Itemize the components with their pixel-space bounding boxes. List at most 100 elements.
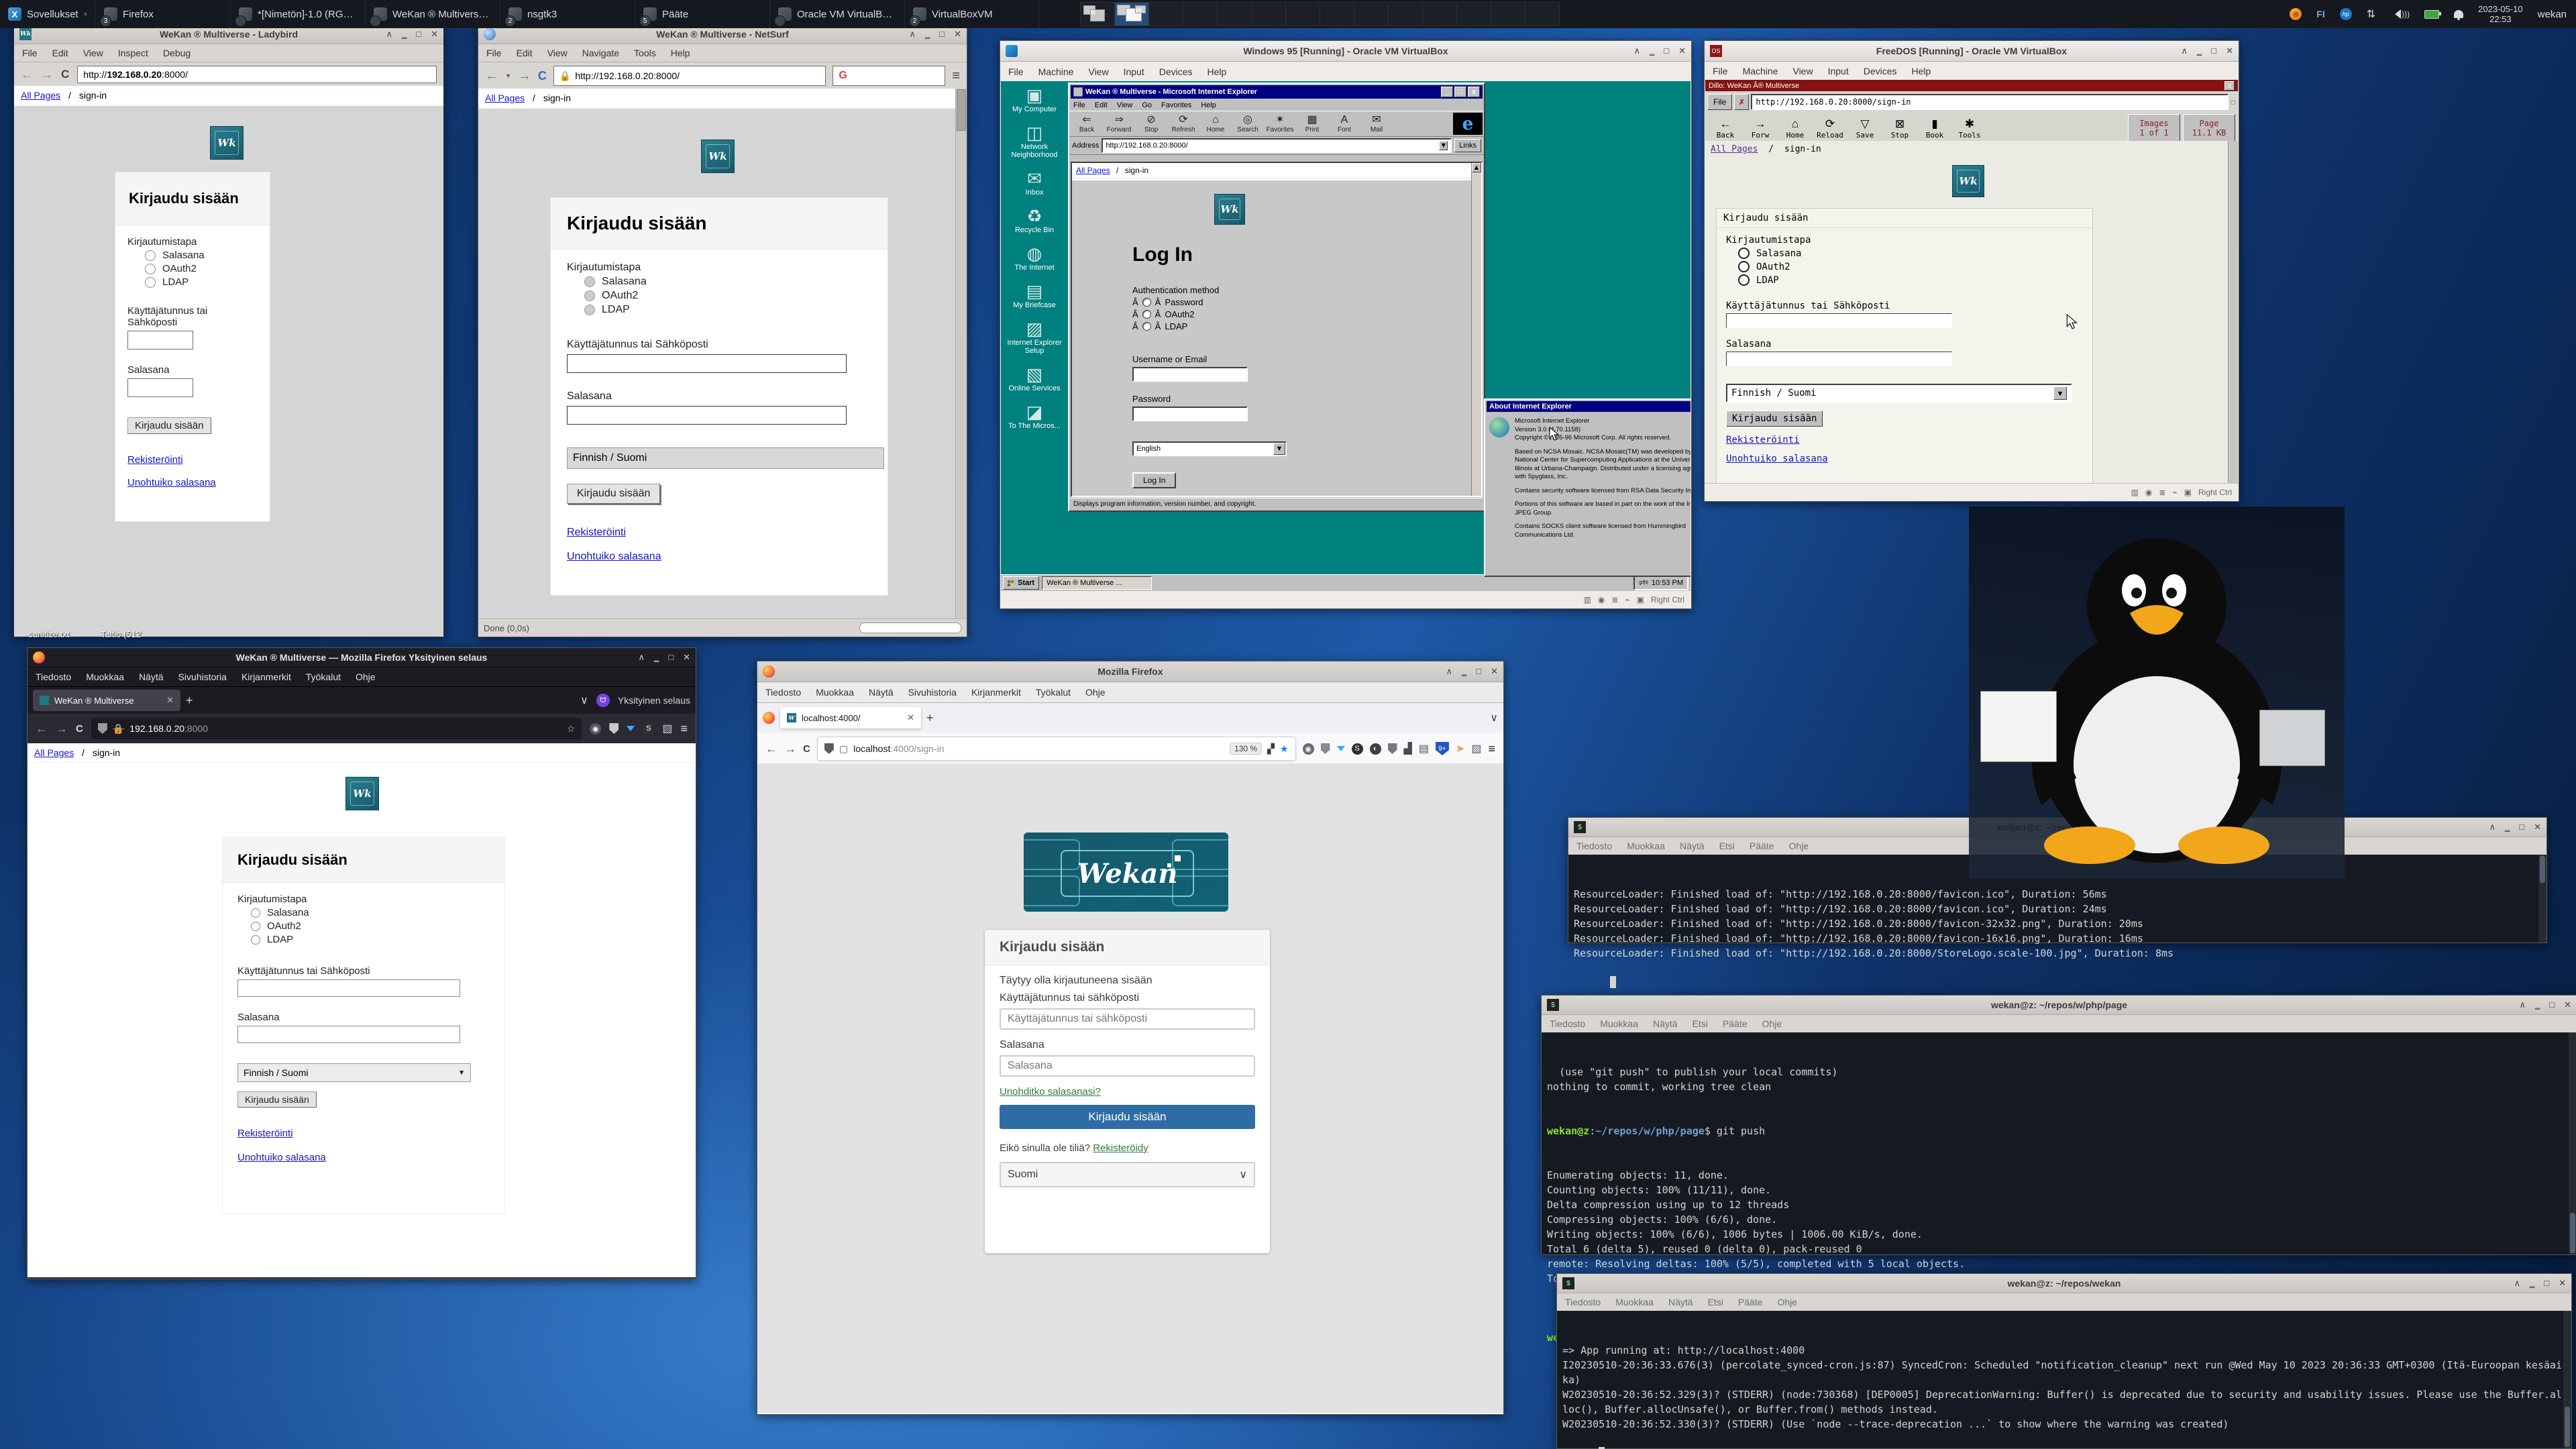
ie-titlebar[interactable]: WeKan ® Multiverse - Microsoft Internet …	[1071, 85, 1483, 99]
workspace-3[interactable]	[1149, 3, 1183, 25]
minimize-button[interactable]: ‗	[1462, 666, 1466, 677]
shade-button[interactable]: ∧	[2520, 1000, 2526, 1010]
shade-button[interactable]: ∧	[639, 652, 645, 663]
password-input[interactable]	[127, 378, 193, 397]
close-button[interactable]: x	[1468, 87, 1480, 97]
taskbar-button[interactable]: nsgtk3 2	[500, 0, 635, 28]
menu-item[interactable]: Edit	[517, 48, 533, 58]
maximize-button[interactable]: □	[939, 29, 945, 40]
radio-option[interactable]: LDAP	[251, 934, 490, 945]
xampp-tray-icon[interactable]: ⊗	[2290, 8, 2302, 20]
workspace-5[interactable]	[1218, 3, 1252, 25]
menu-item[interactable]: Machine	[1743, 66, 1778, 76]
workspace-6[interactable]	[1252, 3, 1286, 25]
language-select[interactable]: Finnish / Suomi ▼	[1726, 384, 2072, 402]
password-input[interactable]	[1726, 352, 1952, 366]
toolbar-button[interactable]: ✶ Favorites	[1264, 113, 1296, 135]
url-input[interactable]: http://192.168.0.20:8000/	[77, 66, 437, 83]
toolbar-button[interactable]: ← Back	[1708, 117, 1743, 140]
menu-item[interactable]: File	[22, 48, 38, 58]
menu-item[interactable]: Tiedosto	[1565, 1297, 1601, 1307]
menu-item[interactable]: Näytä	[1680, 841, 1705, 851]
tracking-shield-icon[interactable]	[98, 723, 107, 734]
menu-item[interactable]: Debug	[163, 48, 191, 58]
taskbar-button[interactable]: VirtualBoxVM 2	[905, 0, 1040, 28]
privacy-ext-icon[interactable]	[609, 723, 619, 734]
firefox-view-icon[interactable]	[763, 712, 775, 724]
username-input[interactable]	[1726, 313, 1952, 328]
close-button[interactable]: ✕	[2564, 1000, 2571, 1010]
shade-button[interactable]: ∧	[1634, 46, 1641, 56]
signin-button[interactable]: Kirjaudu sisään	[1000, 1105, 1255, 1129]
close-button[interactable]: ✕	[954, 29, 961, 40]
toolbar-button[interactable]: ⌂ Home	[1778, 117, 1813, 140]
menu-item[interactable]: Inspect	[118, 48, 148, 58]
desktop-icon[interactable]: ◍ The Internet	[1004, 244, 1065, 272]
toolbar-button[interactable]: ⇐ Back	[1071, 113, 1103, 135]
tab-localhost[interactable]: W localhost:4000/ ✕	[780, 707, 921, 729]
minimize-button[interactable]: ‗	[925, 29, 930, 40]
workspace-10[interactable]	[1389, 3, 1423, 25]
menu-item[interactable]: Näytä	[1653, 1018, 1678, 1029]
password-input[interactable]	[1000, 1055, 1255, 1077]
menu-item[interactable]: Kirjanmerkit	[971, 687, 1021, 698]
terminal-titlebar[interactable]: $ wekan@z: ~/repos/w/php/page ∧‗□✕	[1542, 996, 2576, 1015]
username-input[interactable]	[127, 331, 193, 350]
netsurf-vscrollbar[interactable]	[955, 89, 967, 619]
menu-item[interactable]: Input	[1124, 66, 1144, 77]
vpn-ext-icon[interactable]: 9+	[1436, 742, 1449, 755]
s-ext-icon[interactable]: S	[643, 723, 654, 735]
minimize-button[interactable]: ‗	[1650, 46, 1654, 56]
forgot-link[interactable]: Unohtuiko salasana	[1726, 453, 1828, 464]
workspace-8[interactable]	[1320, 3, 1354, 25]
desktop-icon[interactable]: ✉ Inbox	[1004, 168, 1065, 197]
menu-item[interactable]: Etsi	[1708, 1297, 1723, 1307]
password-input[interactable]	[237, 1026, 460, 1043]
shade-button[interactable]: ∧	[910, 29, 916, 40]
radio-option[interactable]: ÂÂOAuth2	[1132, 309, 1454, 319]
desktop-icon-label[interactable]: Taltio (512	[101, 629, 141, 639]
netsurf-hscrollbar[interactable]	[859, 623, 961, 633]
maximize-button[interactable]: □	[1476, 666, 1481, 677]
username-input[interactable]	[1132, 367, 1248, 382]
reload-icon[interactable]: C	[76, 723, 83, 735]
maximize-button[interactable]: □	[2519, 822, 2524, 833]
toolbar-button[interactable]: ▽ Save	[1847, 117, 1882, 140]
radio-icon[interactable]	[1142, 310, 1151, 319]
radio-icon[interactable]	[145, 250, 156, 261]
menu-item[interactable]: Ohje	[1085, 687, 1106, 698]
insecure-padlock-icon[interactable]: 🔒	[113, 723, 124, 735]
menu-item[interactable]: Edit	[52, 48, 68, 58]
hamburger-icon[interactable]: ≡	[680, 722, 688, 736]
new-tab-button[interactable]: +	[186, 694, 193, 708]
menu-item[interactable]: File	[1073, 101, 1085, 109]
signin-button[interactable]: Kirjaudu sisään	[127, 417, 211, 434]
shade-button[interactable]: ∧	[386, 29, 393, 40]
menu-item[interactable]: Tiedosto	[36, 672, 71, 682]
menu-item[interactable]: Devices	[1159, 66, 1193, 77]
toolbar-button[interactable]: A Font	[1328, 113, 1360, 135]
register-link[interactable]: Rekisteröinti	[1726, 435, 1800, 445]
menu-item[interactable]: Favorites	[1161, 101, 1191, 109]
hamburger-icon[interactable]: ≡	[1488, 742, 1495, 756]
terminal-scrollbar[interactable]	[2569, 1032, 2576, 1254]
menu-item[interactable]: Näytä	[869, 687, 894, 698]
radio-option[interactable]: Salasana	[584, 276, 871, 288]
radio-icon[interactable]	[1738, 274, 1750, 286]
tabs-ext-icon[interactable]: ▟	[1404, 742, 1412, 755]
register-link[interactable]: Rekisteröinti	[127, 454, 183, 466]
toolbar-button[interactable]: ✱ Tools	[1952, 117, 1987, 140]
applications-menu[interactable]: X Sovellukset ≡	[0, 0, 96, 28]
close-button[interactable]: ✕	[1678, 46, 1686, 56]
search-input[interactable]: G	[833, 66, 945, 86]
terminal-scrollbar[interactable]	[2538, 855, 2546, 943]
radio-icon[interactable]	[1142, 298, 1151, 307]
minimize-button[interactable]: ‗	[654, 652, 659, 663]
close-button[interactable]: ✕	[2559, 1278, 2566, 1289]
shade-button[interactable]: ∧	[2489, 822, 2496, 833]
url-bar[interactable]: ▢ localhost:4000/sign-in 130 % ▞ ★	[817, 737, 1296, 761]
reload-icon[interactable]: C	[61, 68, 69, 81]
desktop-icon[interactable]: ▧ Online Services	[1004, 364, 1065, 392]
stop-x-button[interactable]: ✗	[1734, 94, 1749, 110]
extension-icon[interactable]: ▧	[1471, 742, 1481, 755]
